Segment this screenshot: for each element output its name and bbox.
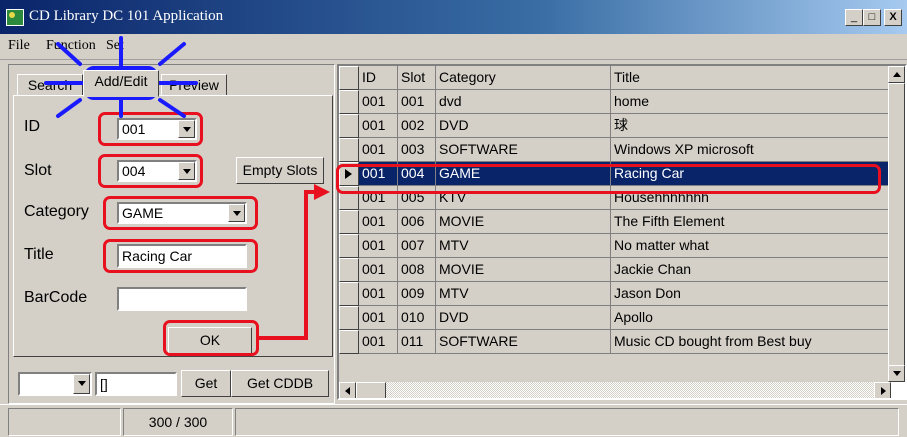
annotation-overlay [44, 36, 330, 340]
arrow-right-icon [314, 184, 330, 200]
tab-add-edit[interactable]: Add/Edit [83, 70, 159, 97]
connector-arrow-line [259, 190, 320, 340]
